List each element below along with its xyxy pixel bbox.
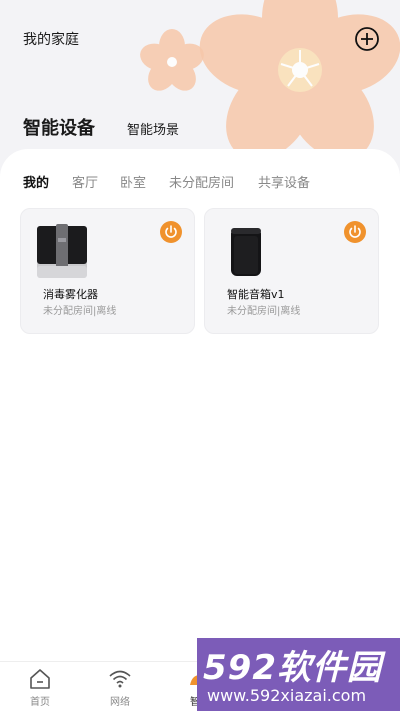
device-card[interactable]: 智能音箱v1 未分配房间|离线: [204, 208, 379, 334]
watermark-logo-text: 592软件园: [203, 648, 382, 688]
room-tab-bedroom[interactable]: 卧室: [120, 172, 146, 191]
room-tab-unassigned[interactable]: 未分配房间: [169, 172, 234, 191]
disinfection-atomizer-image: [37, 224, 87, 278]
tab-smart-scenes[interactable]: 智能场景: [127, 119, 179, 138]
room-tab-living-room[interactable]: 客厅: [72, 172, 98, 191]
device-name: 智能音箱v1: [227, 288, 285, 301]
power-icon: [349, 225, 361, 238]
smart-speaker-image: [231, 228, 261, 276]
watermark-url: www.592xiazai.com: [207, 686, 367, 705]
tabbar-item-home[interactable]: 首页: [10, 662, 70, 712]
tabbar-label: 首页: [30, 697, 50, 708]
header: 我的家庭 智能设备 智能场景: [0, 0, 400, 170]
tabbar-label: 网络: [110, 697, 130, 708]
home-icon: [30, 669, 50, 689]
tabbar-item-network[interactable]: 网络: [90, 662, 150, 712]
wifi-icon: [109, 670, 131, 688]
device-status: 未分配房间|离线: [227, 306, 301, 317]
device-status: 未分配房间|离线: [43, 306, 117, 317]
device-panel: 我的 客厅 卧室 未分配房间 共享设备 消毒雾化器 未分配房间|离线 智能音箱v…: [0, 149, 400, 661]
device-card[interactable]: 消毒雾化器 未分配房间|离线: [20, 208, 195, 334]
power-button[interactable]: [344, 221, 366, 243]
power-button[interactable]: [160, 221, 182, 243]
room-tab-shared[interactable]: 共享设备: [258, 172, 310, 191]
watermark: 592软件园 www.592xiazai.com: [197, 638, 400, 711]
flower-decoration: [140, 0, 400, 160]
device-name: 消毒雾化器: [43, 288, 98, 301]
home-title[interactable]: 我的家庭: [23, 29, 79, 49]
tab-smart-devices[interactable]: 智能设备: [23, 114, 95, 140]
room-tab-mine[interactable]: 我的: [23, 172, 49, 191]
power-icon: [165, 225, 177, 238]
add-icon[interactable]: [354, 26, 380, 52]
